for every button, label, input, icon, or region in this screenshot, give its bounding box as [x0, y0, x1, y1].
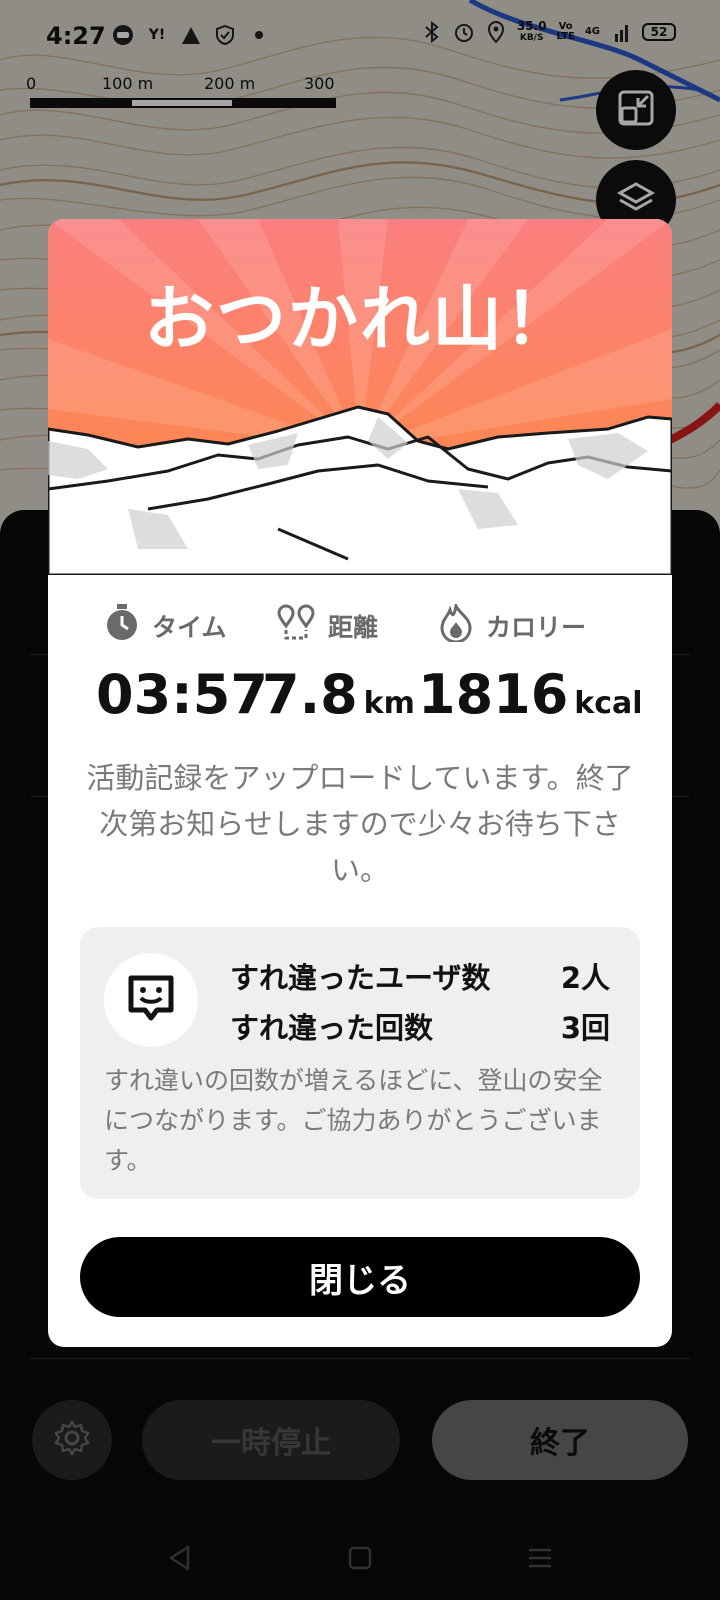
upload-message: 活動記録をアップロードしています。終了次第お知らせしますので少々お待ち下さい。 — [86, 761, 634, 887]
stopwatch-icon — [104, 604, 140, 648]
stat-label-distance: 距離 — [276, 604, 378, 648]
flame-icon — [438, 601, 474, 648]
route-pin-icon — [276, 604, 316, 648]
activity-complete-dialog: おつかれ山！ タイム 距離 カロリー 03:57 7.8 km 1816 kca… — [48, 219, 672, 1347]
celebration-banner: おつかれ山！ — [48, 219, 672, 575]
encounter-users-value: 2人 — [560, 961, 610, 995]
stat-unit: kcal — [574, 686, 643, 721]
stat-label-calorie: カロリー — [438, 601, 586, 648]
encounter-face-icon — [125, 972, 177, 1028]
encounter-users-row: すれ違ったユーザ数 2人 — [230, 955, 610, 997]
encounter-count-row: すれ違った回数 3回 — [230, 1005, 610, 1047]
stat-value-distance: 7.8 km — [262, 663, 415, 726]
encounter-users-label: すれ違ったユーザ数 — [230, 961, 491, 995]
stats-values: 03:57 7.8 km 1816 kcal — [48, 663, 672, 733]
stat-value-calorie: 1816 kcal — [418, 663, 643, 726]
stats-labels: タイム 距離 カロリー — [48, 601, 672, 648]
stat-value-time: 03:57 — [96, 663, 268, 726]
encounter-avatar — [104, 953, 198, 1047]
stat-label-time: タイム — [104, 604, 227, 648]
dialog-title: おつかれ山！ — [144, 278, 576, 360]
stat-unit: km — [363, 686, 415, 721]
encounter-count-value: 3回 — [560, 1011, 610, 1045]
encounter-note: すれ違いの回数が増えるほどに、登山の安全につながります。ご協力ありがとうございま… — [104, 1066, 603, 1175]
encounter-card: すれ違ったユーザ数 2人 すれ違った回数 3回 すれ違いの回数が増えるほどに、登… — [80, 927, 640, 1199]
encounter-count-label: すれ違った回数 — [230, 1011, 434, 1045]
close-button[interactable]: 閉じる — [80, 1237, 640, 1317]
